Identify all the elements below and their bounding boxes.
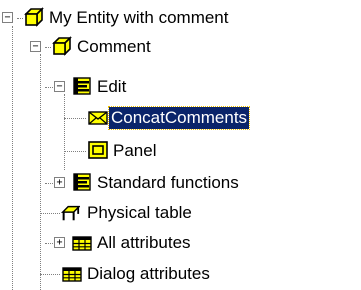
collapse-toggle[interactable]: − xyxy=(54,81,65,92)
tree-node-panel[interactable]: Panel xyxy=(111,140,158,162)
tree-line xyxy=(45,47,51,48)
envelope-icon xyxy=(88,111,108,125)
entity-cube-icon xyxy=(52,36,72,56)
collapse-toggle[interactable]: − xyxy=(2,12,13,23)
panel-icon xyxy=(88,141,108,159)
tree-line xyxy=(17,18,23,19)
tree-node-dialog-attributes[interactable]: Dialog attributes xyxy=(85,263,212,285)
tree-line xyxy=(64,118,86,119)
tree-node-comment[interactable]: Comment xyxy=(75,36,153,58)
tree-line xyxy=(64,151,86,152)
collapse-toggle[interactable]: − xyxy=(30,41,41,52)
tree-node-physical-table[interactable]: Physical table xyxy=(85,202,194,224)
tree-node-standard-functions[interactable]: Standard functions xyxy=(95,172,241,194)
tree-node-edit[interactable]: Edit xyxy=(95,76,128,98)
tree-line xyxy=(40,274,60,275)
expand-toggle[interactable]: + xyxy=(54,237,65,248)
attribute-grid-icon xyxy=(62,267,82,282)
function-group-icon xyxy=(73,77,91,95)
physical-table-icon xyxy=(60,205,80,221)
attribute-grid-icon xyxy=(72,236,92,251)
tree-node-all-attributes[interactable]: All attributes xyxy=(95,232,193,254)
function-group-icon xyxy=(73,173,91,191)
tree-line xyxy=(64,94,65,170)
tree-node-concatcomments[interactable]: ConcatComments xyxy=(107,106,251,130)
expand-toggle[interactable]: + xyxy=(54,177,65,188)
entity-cube-icon xyxy=(24,7,44,27)
tree-line xyxy=(40,213,60,214)
tree-line xyxy=(12,26,13,290)
tree-line xyxy=(40,54,41,290)
tree-node-my-entity-with-comment[interactable]: My Entity with comment xyxy=(47,7,231,29)
entity-tree: − My Entity with comment − Comment − Edi… xyxy=(0,0,361,290)
